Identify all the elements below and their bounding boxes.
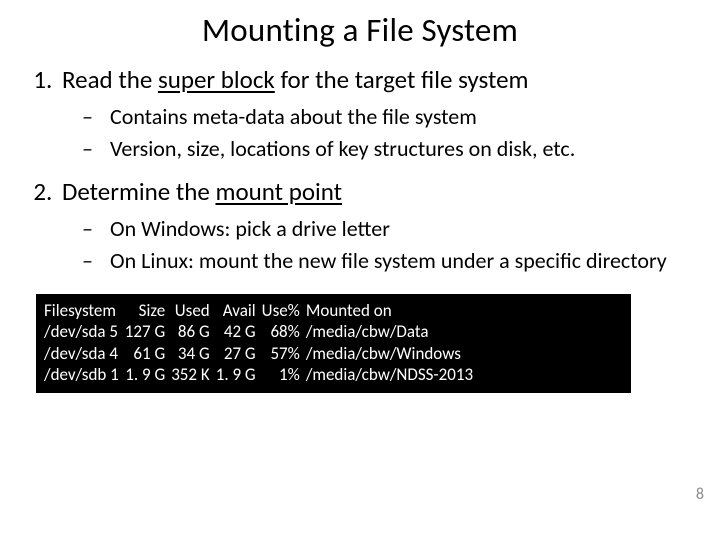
cell: 352 K xyxy=(171,364,216,385)
li1-post: for the target file system xyxy=(275,64,529,95)
cell: 61 G xyxy=(125,343,171,364)
cell: 42 G xyxy=(216,321,262,342)
li1-underline: super block xyxy=(158,64,275,95)
cell: 27 G xyxy=(216,343,262,364)
cell: /dev/sda 4 xyxy=(44,343,125,364)
slide-title: Mounting a File System xyxy=(18,10,702,50)
sub-item: On Windows: pick a drive letter xyxy=(82,215,702,243)
cell: 57% xyxy=(262,343,306,364)
cell: /dev/sdb 1 xyxy=(44,364,125,385)
sublist-2: On Windows: pick a drive letter On Linux… xyxy=(62,215,702,274)
cell: /dev/sda 5 xyxy=(44,321,125,342)
li1-pre: Read the xyxy=(62,64,158,95)
table-header-row: Filesystem Size Used Avail Use% Mounted … xyxy=(44,300,479,321)
list-item-1: Read the super block for the target file… xyxy=(58,64,702,162)
th-used: Used xyxy=(171,300,216,321)
li2-underline: mount point xyxy=(215,176,342,207)
th-mounted: Mounted on xyxy=(306,300,479,321)
cell: 1% xyxy=(262,364,306,385)
th-filesystem: Filesystem xyxy=(44,300,125,321)
li2-pre: Determine the xyxy=(62,176,215,207)
th-usepct: Use% xyxy=(262,300,306,321)
cell: 127 G xyxy=(125,321,171,342)
df-table: Filesystem Size Used Avail Use% Mounted … xyxy=(44,300,479,385)
ordered-list: Read the super block for the target file… xyxy=(18,64,702,274)
list-item-2: Determine the mount point On Windows: pi… xyxy=(58,176,702,274)
slide: Mounting a File System Read the super bl… xyxy=(0,0,720,393)
sub-item: Version, size, locations of key structur… xyxy=(82,135,702,163)
cell: 34 G xyxy=(171,343,216,364)
sublist-1: Contains meta-data about the file system… xyxy=(62,103,702,162)
terminal-output: Filesystem Size Used Avail Use% Mounted … xyxy=(36,294,631,393)
th-avail: Avail xyxy=(216,300,262,321)
page-number: 8 xyxy=(696,485,704,504)
table-row: /dev/sda 4 61 G 34 G 27 G 57% /media/cbw… xyxy=(44,343,479,364)
table-row: /dev/sda 5 127 G 86 G 42 G 68% /media/cb… xyxy=(44,321,479,342)
cell: /media/cbw/Data xyxy=(306,321,479,342)
cell: /media/cbw/Windows xyxy=(306,343,479,364)
cell: 86 G xyxy=(171,321,216,342)
cell: /media/cbw/NDSS-2013 xyxy=(306,364,479,385)
sub-item: On Linux: mount the new file system unde… xyxy=(82,247,702,275)
table-row: /dev/sdb 1 1. 9 G 352 K 1. 9 G 1% /media… xyxy=(44,364,479,385)
sub-item: Contains meta-data about the file system xyxy=(82,103,702,131)
th-size: Size xyxy=(125,300,171,321)
cell: 68% xyxy=(262,321,306,342)
cell: 1. 9 G xyxy=(125,364,171,385)
cell: 1. 9 G xyxy=(216,364,262,385)
